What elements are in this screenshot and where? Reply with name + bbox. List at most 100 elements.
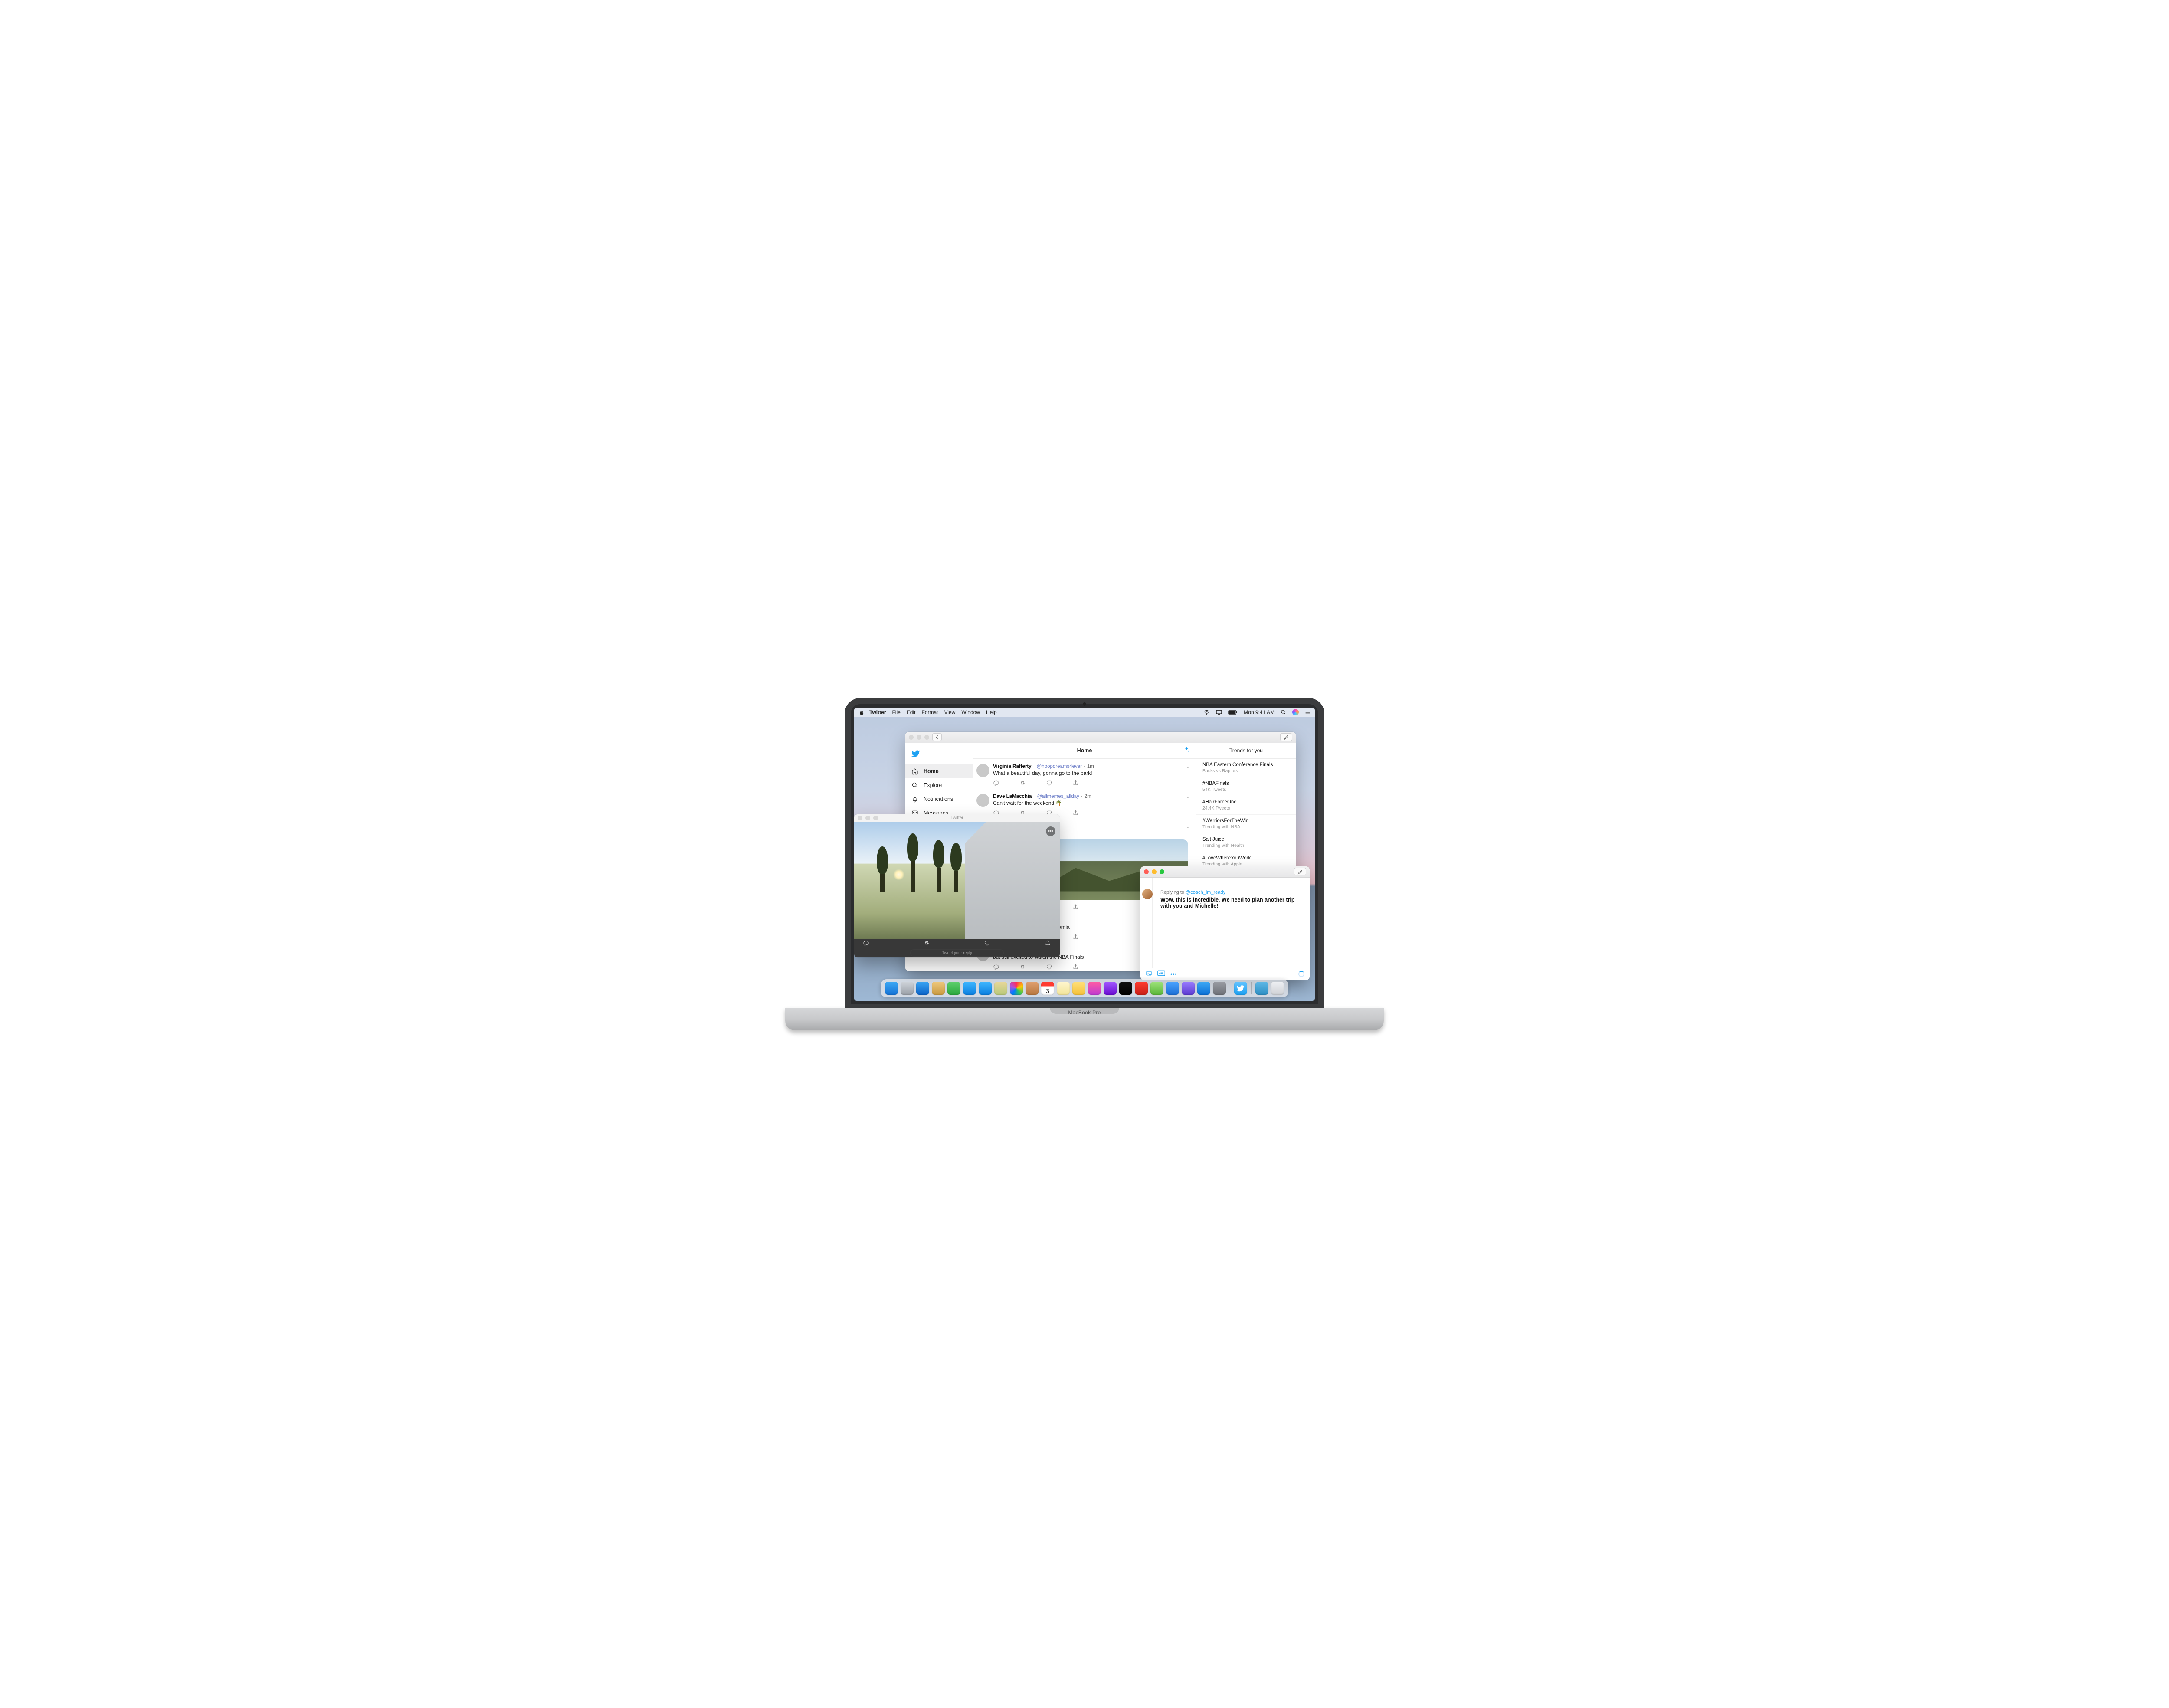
attach-image-icon[interactable]: [1146, 970, 1152, 978]
dock-app-imovie[interactable]: [1182, 982, 1195, 995]
dock-app-downloads[interactable]: [1255, 982, 1268, 995]
reply-icon[interactable]: [993, 964, 999, 971]
trend-item[interactable]: Salt JuiceTrending with Health: [1196, 833, 1296, 852]
dock-app-numbers[interactable]: [1150, 982, 1163, 995]
battery-icon[interactable]: [1228, 710, 1238, 715]
dock-app-trash[interactable]: [1271, 982, 1284, 995]
wifi-icon[interactable]: [1203, 710, 1210, 715]
like-icon[interactable]: [1046, 964, 1052, 971]
dock-app-reminders[interactable]: [1026, 982, 1039, 995]
trend-title: #NBAFinals: [1202, 781, 1290, 786]
dock-app-finder[interactable]: [885, 982, 898, 995]
trend-item[interactable]: #HairForceOne24.4K Tweets: [1196, 796, 1296, 815]
spotlight-icon[interactable]: [1281, 709, 1286, 715]
twitter-logo-icon[interactable]: [905, 747, 973, 764]
chevron-down-icon[interactable]: ⌄: [1186, 825, 1190, 829]
sidebar-item-notifications[interactable]: Notifications: [905, 792, 973, 806]
traffic-zoom[interactable]: [873, 816, 878, 820]
menubar-clock[interactable]: Mon 9:41 AM: [1244, 709, 1275, 715]
traffic-close[interactable]: [909, 735, 914, 740]
tweet[interactable]: Virginia Rafferty@hoopdreams4ever·1m⌄Wha…: [973, 761, 1196, 791]
siri-icon[interactable]: [1292, 709, 1299, 715]
menubar-item[interactable]: Edit: [907, 709, 916, 715]
more-options-icon[interactable]: •••: [1046, 826, 1055, 836]
dock-app-appstore[interactable]: [1197, 982, 1210, 995]
sparkle-icon[interactable]: [1183, 747, 1190, 754]
dock-app-tv[interactable]: [1119, 982, 1132, 995]
retweet-icon[interactable]: [1019, 964, 1026, 971]
share-icon[interactable]: [1072, 780, 1079, 787]
tweet-handle[interactable]: @hoopdreams4ever: [1037, 764, 1082, 769]
dock-app-calendar[interactable]: 3: [1041, 982, 1054, 995]
menubar-app-name[interactable]: Twitter: [869, 709, 886, 715]
apple-menu-icon[interactable]: [858, 709, 864, 715]
dock-app-podcasts[interactable]: [1104, 982, 1117, 995]
airplay-icon[interactable]: [1216, 710, 1222, 715]
reply-input[interactable]: Tweet your reply: [910, 949, 1004, 957]
traffic-close[interactable]: [858, 816, 862, 820]
back-button[interactable]: [932, 733, 942, 741]
menubar-item[interactable]: Window: [961, 709, 980, 715]
retweet-icon[interactable]: [924, 940, 930, 947]
dock-app-music[interactable]: [1088, 982, 1101, 995]
tweet-handle[interactable]: @allmemes_allday: [1037, 794, 1079, 799]
trend-subtitle: 54K Tweets: [1202, 787, 1290, 792]
traffic-minimize[interactable]: [865, 816, 870, 820]
menubar-item[interactable]: Format: [921, 709, 938, 715]
send-tweet-button[interactable]: [1294, 868, 1306, 875]
share-icon[interactable]: [1045, 940, 1051, 947]
window-titlebar[interactable]: Twitter: [854, 814, 1060, 822]
like-icon[interactable]: [1046, 780, 1052, 787]
chevron-down-icon[interactable]: ⌄: [1186, 795, 1190, 800]
trend-item[interactable]: #NBAFinals54K Tweets: [1196, 777, 1296, 796]
share-icon[interactable]: [1072, 810, 1079, 817]
dock-app-preferences[interactable]: [1213, 982, 1226, 995]
menubar-item[interactable]: File: [892, 709, 900, 715]
replying-handle[interactable]: @coach_im_ready: [1186, 890, 1225, 895]
compose-textarea[interactable]: Wow, this is incredible. We need to plan…: [1160, 897, 1302, 909]
share-icon[interactable]: [1072, 904, 1079, 911]
menubar-item[interactable]: View: [944, 709, 956, 715]
retweet-icon[interactable]: [1019, 780, 1026, 787]
tweet-image[interactable]: •••: [854, 822, 1060, 939]
traffic-zoom[interactable]: [1160, 869, 1164, 874]
window-titlebar[interactable]: [905, 732, 1296, 743]
compose-footer: GIF •••: [1140, 968, 1310, 980]
trend-item[interactable]: NBA Eastern Conference FinalsBucks vs Ra…: [1196, 759, 1296, 777]
dock-app-news[interactable]: [1135, 982, 1148, 995]
dock-app-mail[interactable]: [932, 982, 945, 995]
dock-app-photos[interactable]: [1010, 982, 1023, 995]
reply-icon[interactable]: [993, 780, 999, 787]
trend-item[interactable]: #WarriorsForTheWinTrending with NBA: [1196, 815, 1296, 833]
sidebar-item-home[interactable]: Home: [905, 764, 973, 778]
dock-app-contacts[interactable]: [947, 982, 960, 995]
dock-app-notes[interactable]: [1057, 982, 1070, 995]
avatar[interactable]: [976, 764, 989, 777]
traffic-minimize[interactable]: [1152, 869, 1157, 874]
more-compose-icon[interactable]: •••: [1170, 971, 1177, 977]
compose-button[interactable]: [1280, 733, 1292, 741]
dock-app-safari[interactable]: [916, 982, 929, 995]
reply-icon[interactable]: [863, 940, 869, 947]
dock-app-launchpad[interactable]: [901, 982, 914, 995]
sidebar-item-explore[interactable]: Explore: [905, 778, 973, 792]
avatar[interactable]: [976, 794, 989, 807]
dock-app-facetime[interactable]: [963, 982, 976, 995]
trend-title: NBA Eastern Conference Finals: [1202, 762, 1290, 767]
dock-app-maps[interactable]: [994, 982, 1007, 995]
share-icon[interactable]: [1072, 964, 1079, 971]
traffic-close[interactable]: [1144, 869, 1149, 874]
window-titlebar[interactable]: [1140, 866, 1310, 878]
dock-app-twitter[interactable]: [1234, 982, 1247, 995]
dock-app-keynote[interactable]: [1166, 982, 1179, 995]
like-icon[interactable]: [984, 940, 990, 947]
notification-center-icon[interactable]: [1305, 710, 1311, 715]
dock-app-messages[interactable]: [979, 982, 992, 995]
menubar-item[interactable]: Help: [986, 709, 997, 715]
share-icon[interactable]: [1072, 934, 1079, 941]
dock-app-pages[interactable]: [1072, 982, 1085, 995]
traffic-zoom[interactable]: [924, 735, 929, 740]
traffic-minimize[interactable]: [917, 735, 921, 740]
attach-gif-icon[interactable]: GIF: [1157, 970, 1165, 977]
chevron-down-icon[interactable]: ⌄: [1186, 765, 1190, 770]
